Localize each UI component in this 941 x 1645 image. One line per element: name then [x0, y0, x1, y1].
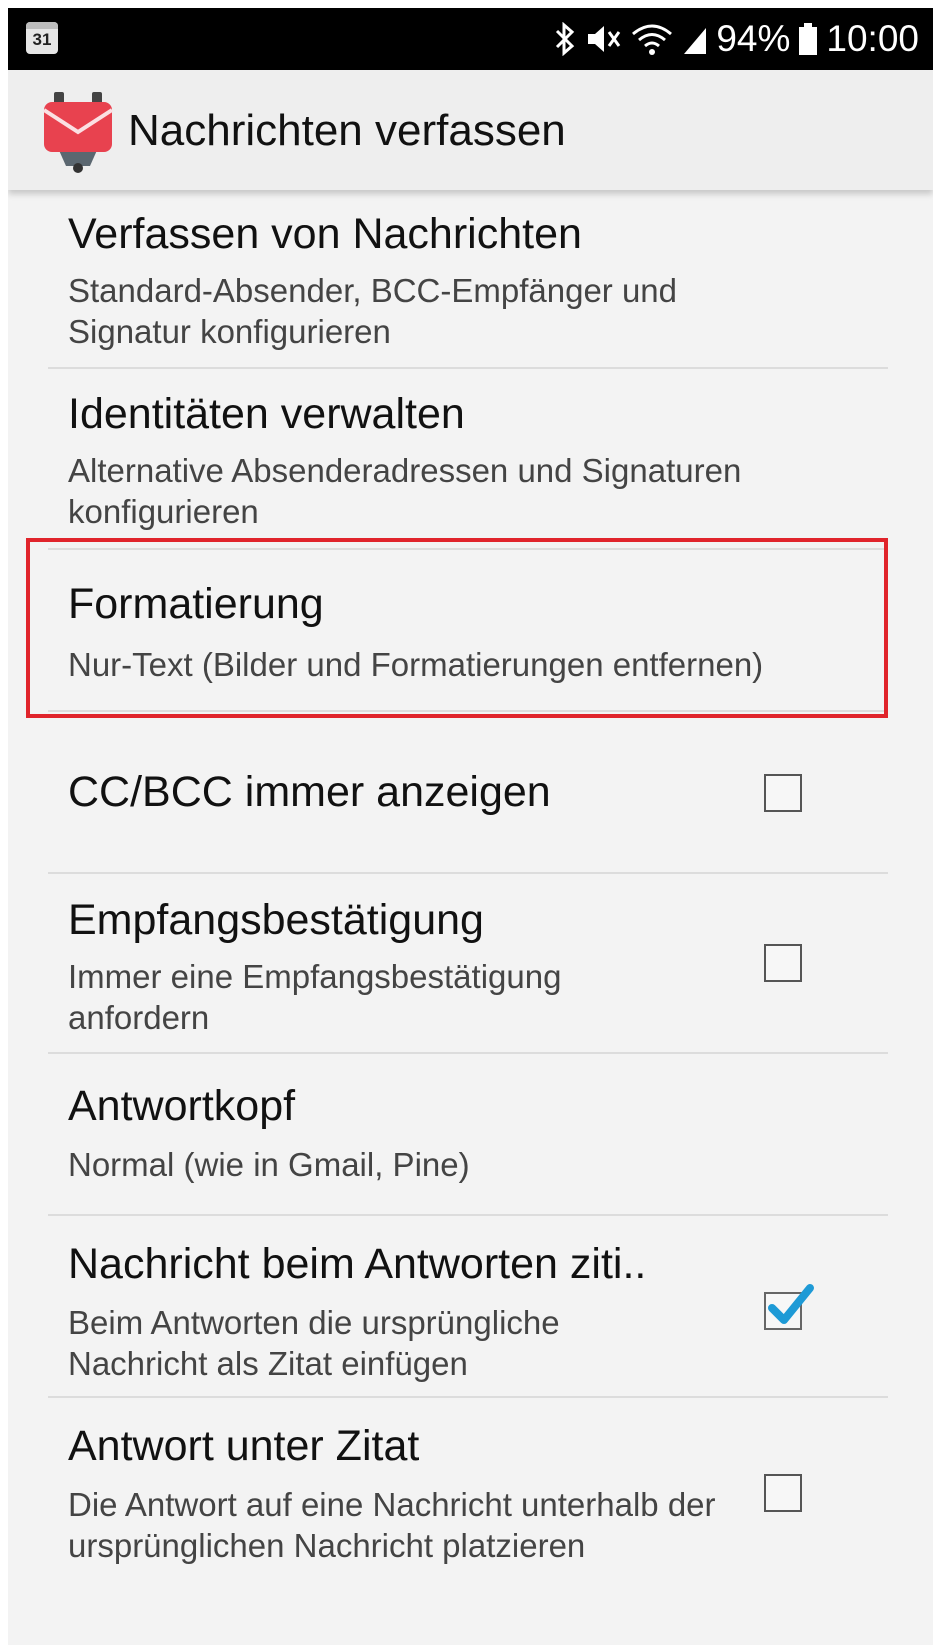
setting-subtitle: Immer eine Empfangsbestätigung anfordern [68, 958, 562, 1036]
setting-title: Identitäten verwalten [68, 390, 465, 438]
mute-icon [588, 26, 621, 52]
setting-quote-on-reply[interactable]: Nachricht beim Antworten ziti.. Beim Ant… [8, 1216, 933, 1396]
clock: 10:00 [826, 18, 919, 59]
status-icons: 94% 10:00 [554, 8, 919, 70]
setting-title: CC/BCC immer anzeigen [68, 768, 551, 816]
checkbox-quote-on-reply[interactable] [764, 1284, 814, 1330]
setting-title: Antwort unter Zitat [68, 1422, 420, 1470]
setting-subtitle: Standard-Absender, BCC-Empfänger und Sig… [68, 272, 678, 350]
setting-subtitle: Normal (wie in Gmail, Pine) [68, 1146, 470, 1183]
bluetooth-icon [556, 22, 575, 56]
signal-icon [684, 28, 707, 54]
checkbox-always-show-cc-bcc[interactable] [764, 774, 802, 812]
app-logo-icon [42, 92, 114, 173]
app-bar: Nachrichten verfassen [8, 70, 933, 190]
setting-subtitle: Alternative Absenderadressen und Signatu… [68, 452, 742, 530]
setting-reply-below-quote[interactable]: Antwort unter Zitat Die Antwort auf eine… [8, 1398, 933, 1645]
page-title: Nachrichten verfassen [128, 106, 566, 155]
setting-title: Verfassen von Nachrichten [68, 210, 582, 258]
setting-title: Nachricht beim Antworten ziti.. [68, 1240, 647, 1288]
setting-manage-identities[interactable]: Identitäten verwalten Alternative Absend… [8, 368, 933, 548]
setting-title: Antwortkopf [68, 1082, 296, 1130]
checkmark-icon [768, 1284, 814, 1324]
battery-percent: 94% [716, 18, 791, 59]
setting-title: Empfangsbestätigung [68, 896, 484, 944]
setting-compose-messages[interactable]: Verfassen von Nachrichten Standard-Absen… [8, 190, 933, 368]
setting-always-show-cc-bcc[interactable]: CC/BCC immer anzeigen [8, 712, 933, 874]
phone-screen: 31 94% 10:00 Nachrichten verfassen Verfa… [8, 8, 933, 1645]
wifi-icon [632, 24, 673, 55]
setting-subtitle: Beim Antworten die ursprüngliche Nachric… [68, 1304, 560, 1382]
checkbox-read-receipt[interactable] [764, 944, 802, 982]
checkbox-reply-below-quote[interactable] [764, 1474, 802, 1512]
status-bar: 31 94% 10:00 [8, 8, 933, 70]
highlight-annotation [26, 538, 888, 718]
battery-icon [799, 23, 818, 55]
setting-subtitle: Die Antwort auf eine Nachricht unterhalb… [68, 1486, 716, 1564]
setting-reply-header[interactable]: Antwortkopf Normal (wie in Gmail, Pine) [8, 1054, 933, 1216]
setting-read-receipt[interactable]: Empfangsbestätigung Immer eine Empfangsb… [8, 874, 933, 1054]
calendar-icon: 31 [26, 22, 58, 54]
